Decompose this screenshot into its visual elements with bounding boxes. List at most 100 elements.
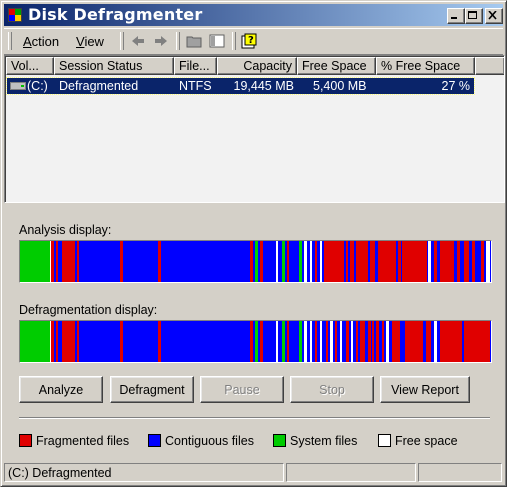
- cluster-block: [340, 321, 342, 362]
- cluster-block: [428, 241, 431, 282]
- cluster-block: [320, 241, 322, 282]
- cluster-block: [276, 321, 278, 362]
- cluster-block: [434, 321, 437, 362]
- maximize-button[interactable]: [465, 8, 483, 24]
- up-folder-icon[interactable]: [186, 33, 202, 49]
- cluster-block: [287, 241, 289, 282]
- cluster-block: [250, 241, 253, 282]
- volume-row-c[interactable]: (C:) Defragmented NTFS 19,445 MB 5,400 M…: [6, 77, 475, 95]
- column-header-volume[interactable]: Vol...: [6, 57, 54, 75]
- menu-action-rest: ction: [31, 34, 60, 49]
- cluster-block: [472, 241, 475, 282]
- legend-separator: [19, 417, 490, 419]
- percent-free: 27 %: [441, 79, 471, 93]
- status-bar-main: (C:) Defragmented: [4, 463, 284, 482]
- file-system: NTFS: [179, 79, 212, 93]
- defragmentation-display-bar: [19, 320, 492, 363]
- window-title: Disk Defragmenter: [28, 5, 203, 24]
- cluster-block: [335, 321, 337, 362]
- cluster-block: [457, 241, 460, 282]
- cluster-block: [79, 241, 80, 282]
- cluster-block: [330, 321, 333, 362]
- svg-text:?: ?: [248, 35, 254, 46]
- cluster-block: [434, 241, 437, 282]
- view-report-button[interactable]: View Report: [380, 376, 470, 403]
- menu-action[interactable]: Action: [23, 34, 59, 49]
- cluster-block: [320, 321, 322, 362]
- cluster-block: [282, 321, 285, 362]
- toolbar: Action View ?: [4, 28, 503, 55]
- stop-button[interactable]: Stop: [290, 376, 374, 403]
- column-header-filler: [475, 57, 504, 75]
- cluster-block: [299, 241, 302, 282]
- cluster-block: [310, 321, 312, 362]
- legend-label-free-space: Free space: [395, 434, 458, 448]
- cluster-block: [356, 321, 358, 362]
- cluster-block: [51, 321, 54, 362]
- cluster-block: [324, 241, 344, 282]
- column-header-percent-free[interactable]: % Free Space: [376, 57, 475, 75]
- volume-list[interactable]: Vol... Session Status File... Capacity F…: [4, 55, 505, 203]
- volume-name: (C:): [27, 79, 48, 93]
- title-bar[interactable]: Disk Defragmenter: [4, 4, 503, 26]
- cluster-block: [56, 241, 58, 282]
- toolbar-separator: [120, 32, 124, 50]
- toolbar-grip[interactable]: [8, 32, 12, 50]
- close-button[interactable]: [485, 8, 503, 24]
- legend-label-contiguous: Contiguous files: [165, 434, 254, 448]
- analysis-display-label: Analysis display:: [19, 223, 112, 237]
- cluster-block: [486, 241, 490, 282]
- cluster-block: [442, 241, 454, 282]
- cluster-block: [382, 321, 384, 362]
- legend-swatch-contiguous: [148, 434, 161, 447]
- cluster-block: [255, 241, 258, 282]
- cluster-block: [481, 241, 484, 282]
- status-bar-pane-3: [418, 463, 502, 482]
- cluster-block: [304, 321, 307, 362]
- cluster-block: [276, 241, 278, 282]
- minimize-icon: [451, 17, 457, 19]
- back-arrow-icon[interactable]: [130, 33, 146, 49]
- defragment-button[interactable]: Defragment: [110, 376, 194, 403]
- disk-defragmenter-window: Disk Defragmenter Action View ? Vol... S…: [0, 0, 507, 487]
- cluster-block: [56, 321, 58, 362]
- cluster-block: [287, 321, 289, 362]
- cluster-block: [299, 321, 302, 362]
- forward-arrow-icon[interactable]: [153, 33, 169, 49]
- cluster-block: [315, 241, 317, 282]
- help-icon[interactable]: ?: [241, 33, 257, 49]
- cluster-block: [62, 241, 75, 282]
- cluster-block: [360, 321, 365, 362]
- cluster-block: [250, 321, 253, 362]
- column-header-free-space[interactable]: Free Space: [297, 57, 376, 75]
- analysis-display-bar: [19, 240, 492, 283]
- pause-button[interactable]: Pause: [200, 376, 284, 403]
- cluster-block: [158, 321, 161, 362]
- status-bar-pane-2: [286, 463, 416, 482]
- column-header-file-system[interactable]: File...: [174, 57, 217, 75]
- toolbar-separator-3: [232, 32, 236, 50]
- cluster-block: [376, 321, 379, 362]
- cluster-block: [79, 321, 80, 362]
- minimize-button[interactable]: [447, 8, 465, 24]
- column-header-session-status[interactable]: Session Status: [54, 57, 174, 75]
- show-hide-console-tree-icon[interactable]: [209, 33, 225, 49]
- toolbar-separator-2: [176, 32, 180, 50]
- column-header-capacity[interactable]: Capacity: [217, 57, 297, 75]
- legend-swatch-system: [273, 434, 286, 447]
- menu-view[interactable]: View: [76, 34, 104, 49]
- cluster-block: [398, 241, 401, 282]
- cluster-block: [260, 241, 263, 282]
- cluster-block: [304, 241, 307, 282]
- cluster-block: [282, 241, 285, 282]
- cluster-block: [350, 241, 354, 282]
- cluster-block: [346, 321, 349, 362]
- session-status: Defragmented: [59, 79, 139, 93]
- cluster-block: [440, 241, 442, 282]
- analyze-button[interactable]: Analyze: [19, 376, 103, 403]
- cluster-block: [351, 321, 353, 362]
- cluster-block: [20, 321, 50, 362]
- disk-defragmenter-app-icon[interactable]: [7, 7, 23, 23]
- cluster-block: [386, 321, 389, 362]
- cluster-block: [372, 321, 374, 362]
